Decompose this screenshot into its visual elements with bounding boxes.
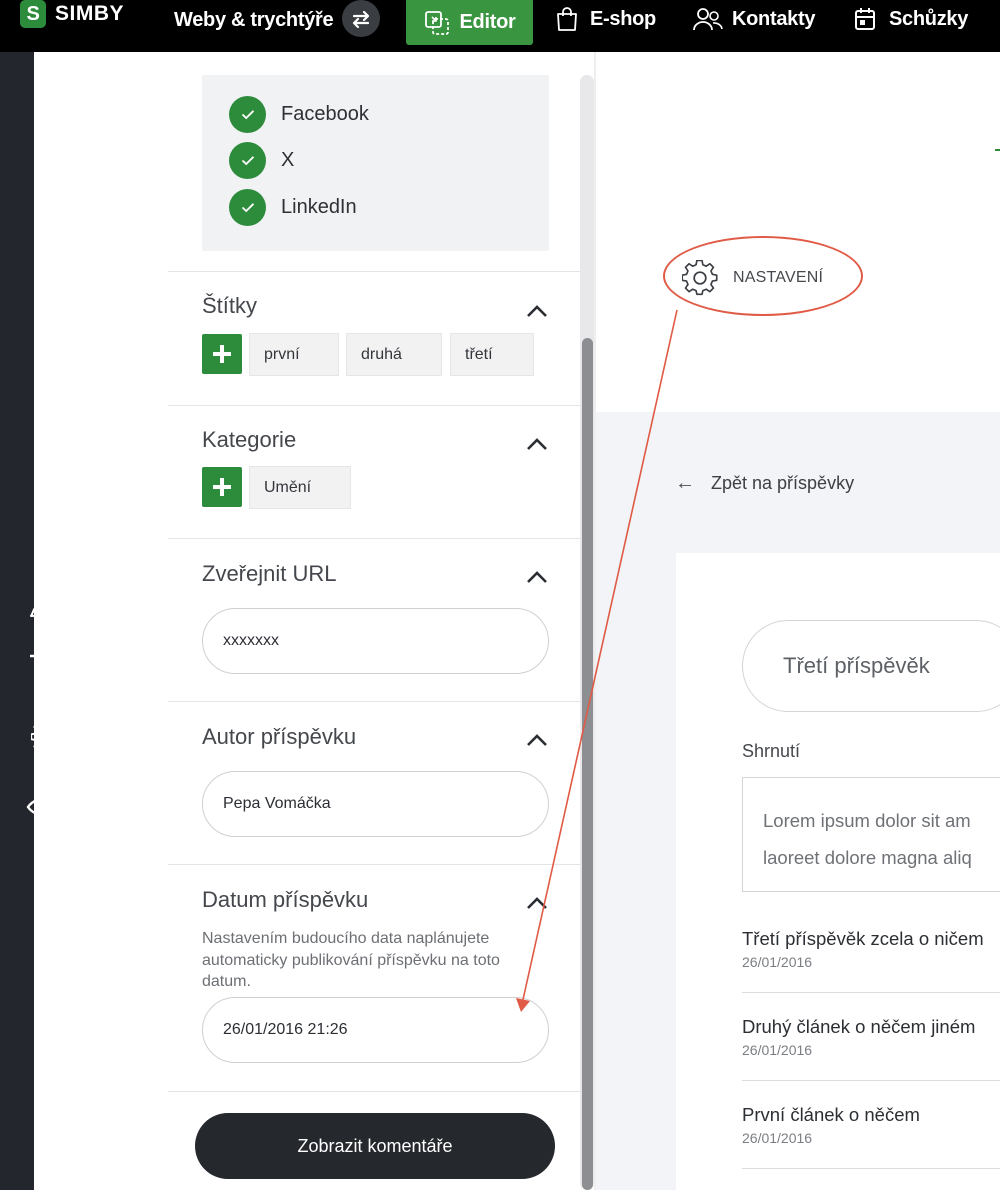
post-list-item[interactable]: Třetí příspěvěk zcela o ničem 26/01/2016 [742, 928, 1000, 970]
nav-weby-trychtyre[interactable]: Weby & trychtýře [174, 0, 334, 43]
social-facebook[interactable]: Facebook [229, 95, 369, 133]
section-divider [168, 864, 581, 865]
back-to-posts-link[interactable]: ← Zpět na příspěvky [675, 470, 854, 496]
post-list-item[interactable]: První článek o něčem 26/01/2016 [742, 1104, 1000, 1146]
back-link-label: Zpět na příspěvky [711, 472, 855, 493]
categories-section-title: Kategorie [202, 427, 297, 452]
brand-name: SIMBY [55, 2, 125, 25]
chevron-up-icon[interactable] [524, 731, 550, 749]
post-title-input[interactable]: Třetí příspěvěk [742, 620, 1000, 712]
social-x[interactable]: X [229, 141, 294, 179]
summary-label: Shrnutí [742, 741, 801, 761]
summary-text: Lorem ipsum dolor sit am laoreet dolore … [763, 802, 1000, 876]
post-list-item[interactable]: Druhý článek o něčem jiném 26/01/2016 [742, 1016, 1000, 1058]
date-input[interactable]: 26/01/2016 21:26 [202, 997, 549, 1063]
top-navigation-bar: S SIMBY Weby & trychtýře Editor E-shop K… [0, 0, 1000, 52]
green-marker [995, 149, 1000, 151]
section-divider [168, 538, 581, 539]
section-divider [168, 1091, 581, 1092]
simby-logo-badge: S [20, 0, 46, 28]
check-icon [229, 141, 266, 179]
shopping-bag-icon [557, 7, 577, 31]
nav-eshop-label: E-shop [590, 7, 656, 30]
section-divider [168, 271, 581, 272]
swap-site-button[interactable] [342, 0, 380, 37]
simby-logo[interactable]: S SIMBY [20, 0, 124, 28]
summary-line: laoreet dolore magna aliq [763, 847, 972, 868]
social-linkedin[interactable]: LinkedIn [229, 188, 357, 226]
chevron-up-icon[interactable] [524, 302, 550, 320]
author-section-title: Autor příspěvku [202, 724, 357, 749]
swap-arrows-icon [352, 10, 370, 28]
nav-weby-label: Weby & trychtýře [174, 8, 334, 31]
post-title: Třetí příspěvěk zcela o ničem [742, 928, 984, 949]
nav-schuzky-label: Schůzky [889, 7, 969, 30]
social-label: LinkedIn [281, 195, 357, 218]
preview-header-area [596, 52, 1000, 412]
chevron-up-icon[interactable] [524, 894, 550, 912]
chevron-up-icon[interactable] [524, 568, 550, 586]
nav-editor-label: Editor [459, 11, 516, 33]
nav-editor[interactable]: Editor [406, 0, 533, 45]
nav-kontakty-label: Kontakty [732, 7, 816, 30]
author-input[interactable]: Pepa Vomáčka [202, 771, 549, 837]
calendar-icon [855, 8, 875, 30]
add-category-button[interactable] [202, 467, 242, 507]
section-divider [168, 405, 581, 406]
date-helper-text: Nastavením budoucího data naplánujete au… [202, 930, 500, 990]
post-title: První článek o něčem [742, 1104, 920, 1125]
nav-kontakty[interactable]: Kontakty [693, 0, 815, 42]
date-section-title: Datum příspěvku [202, 887, 369, 912]
editor-icon [424, 10, 449, 35]
plus-icon [213, 345, 231, 363]
tag-chip[interactable]: druhá [346, 333, 442, 376]
nav-eshop[interactable]: E-shop [555, 0, 656, 42]
social-label: X [281, 148, 295, 171]
nav-schuzky[interactable]: Schůzky [854, 0, 968, 42]
social-label: Facebook [281, 102, 369, 125]
tag-chip[interactable]: třetí [450, 333, 534, 376]
annotation-ellipse [663, 236, 863, 316]
check-icon [229, 188, 266, 226]
check-icon [229, 95, 266, 133]
post-divider [742, 1080, 1000, 1081]
arrow-left-icon: ← [675, 471, 695, 494]
summary-textarea[interactable]: Lorem ipsum dolor sit am laoreet dolore … [742, 777, 1000, 892]
category-chip[interactable]: Umění [249, 466, 351, 509]
show-comments-button[interactable]: Zobrazit komentáře [195, 1113, 555, 1179]
tags-section-title: Štítky [202, 293, 258, 318]
post-date: 26/01/2016 [742, 1130, 813, 1146]
url-section-title: Zveřejnit URL [202, 561, 337, 586]
tag-chip[interactable]: první [249, 333, 339, 376]
post-title: Druhý článek o něčem jiném [742, 1016, 976, 1037]
post-date: 26/01/2016 [742, 1042, 813, 1058]
chevron-up-icon[interactable] [524, 435, 550, 453]
post-date: 26/01/2016 [742, 954, 813, 970]
add-tag-button[interactable] [202, 334, 242, 374]
contacts-icon [693, 8, 723, 31]
plus-icon [213, 478, 231, 496]
post-divider [742, 1168, 1000, 1169]
summary-line: Lorem ipsum dolor sit am [763, 810, 971, 831]
section-divider [168, 701, 581, 702]
panel-scrollbar-thumb[interactable] [582, 338, 593, 1190]
post-divider [742, 992, 1000, 993]
url-input[interactable]: xxxxxxx [202, 608, 549, 674]
